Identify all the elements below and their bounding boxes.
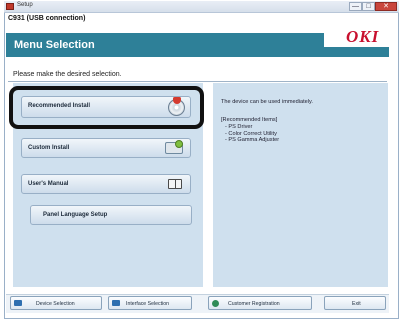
footer-button-label: Customer Registration	[228, 301, 280, 307]
recommended-item: - PS Gamma Adjuster	[225, 137, 280, 143]
header-band: Menu Selection OKI	[6, 25, 390, 57]
title-bar: Setup — □ ✕	[4, 1, 399, 13]
customer-registration-button[interactable]: Customer Registration	[208, 296, 312, 310]
footer-button-label: Exit	[352, 301, 361, 307]
description-panel	[213, 83, 388, 287]
highlight-frame	[9, 86, 204, 129]
registration-icon	[212, 300, 219, 307]
custom-settings-icon	[165, 140, 183, 154]
back-arrow-icon	[112, 300, 120, 306]
manual-book-icon	[168, 179, 182, 189]
recommended-items-heading: [Recommended Items]	[221, 117, 278, 123]
interface-selection-button[interactable]: Interface Selection	[108, 296, 192, 310]
panel-language-setup-button[interactable]: Panel Language Setup	[30, 205, 192, 225]
footer-button-label: Device Selection	[36, 301, 75, 307]
page-title: Menu Selection	[14, 39, 95, 51]
divider	[8, 81, 387, 82]
device-model-label: C931 (USB connection)	[8, 15, 86, 22]
description-text: The device can be used immediately.	[221, 99, 313, 105]
back-arrow-icon	[14, 300, 22, 306]
close-button[interactable]: ✕	[375, 2, 397, 11]
app-icon	[6, 3, 14, 10]
menu-item-label: Panel Language Setup	[43, 212, 108, 218]
users-manual-button[interactable]: User's Manual	[21, 174, 191, 194]
window-title: Setup	[17, 2, 33, 8]
footer-button-label: Interface Selection	[126, 301, 169, 307]
custom-install-button[interactable]: Custom Install	[21, 138, 191, 158]
minimize-button[interactable]: —	[349, 2, 362, 11]
menu-item-label: User's Manual	[28, 181, 69, 187]
device-selection-button[interactable]: Device Selection	[10, 296, 102, 310]
maximize-button[interactable]: □	[362, 2, 375, 11]
exit-button[interactable]: Exit	[324, 296, 386, 310]
menu-item-label: Custom Install	[28, 145, 70, 151]
selection-prompt: Please make the desired selection.	[13, 71, 122, 78]
oki-logo: OKI	[346, 27, 380, 46]
